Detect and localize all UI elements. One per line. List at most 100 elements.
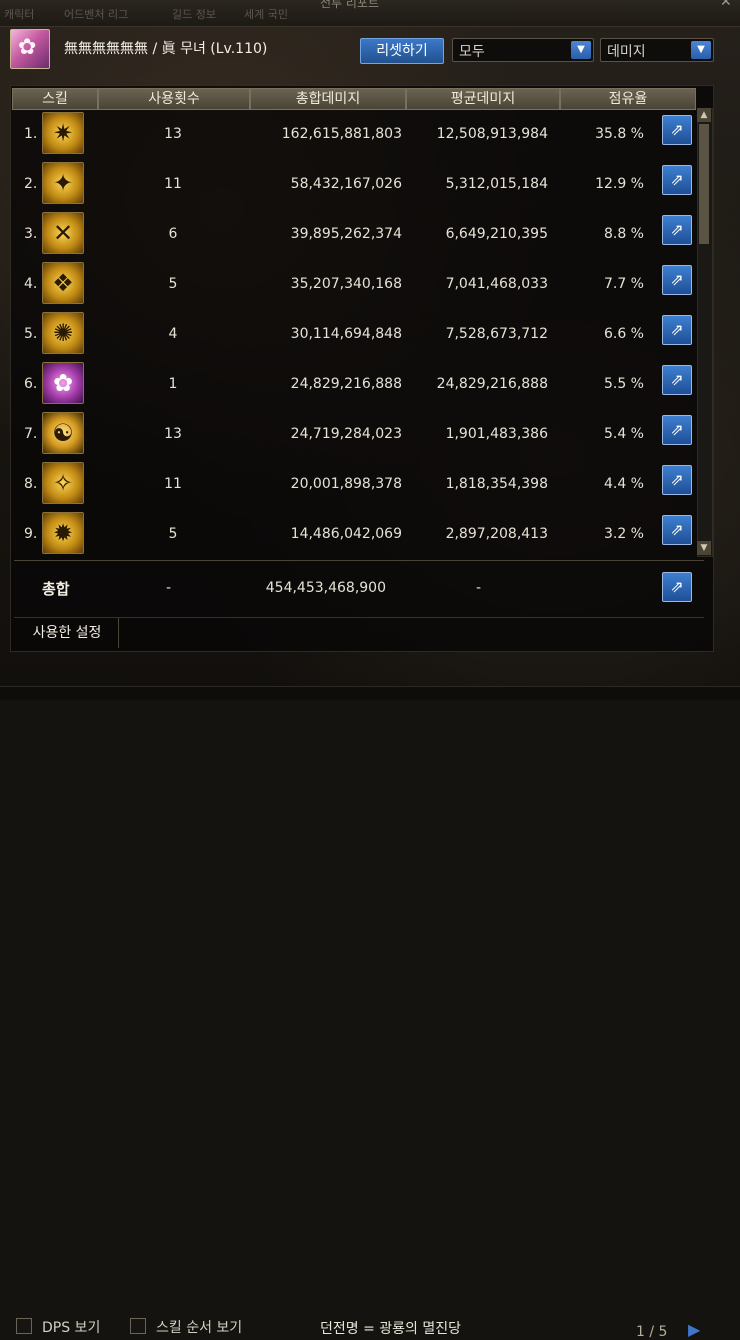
share-icon[interactable]: ⇗ <box>662 115 692 145</box>
skill-icon: ✷ <box>42 112 84 154</box>
row-rank: 5. <box>24 326 38 342</box>
share-icon[interactable]: ⇗ <box>662 165 692 195</box>
tab-used-settings[interactable]: 사용한 설정 <box>16 618 119 648</box>
row-share: 5.5 % <box>603 376 644 392</box>
row-total-damage: 14,486,042,069 <box>290 526 402 542</box>
table-row: 8. ✧ 11 20,001,898,378 1,818,354,398 4.4… <box>14 458 714 508</box>
row-total-damage: 35,207,340,168 <box>290 276 402 292</box>
share-icon[interactable]: ⇗ <box>662 572 692 602</box>
share-icon[interactable]: ⇗ <box>662 515 692 545</box>
row-share: 8.8 % <box>603 226 644 242</box>
row-uses: 11 <box>164 476 182 492</box>
share-icon[interactable]: ⇗ <box>662 215 692 245</box>
row-share: 7.7 % <box>603 276 644 292</box>
row-rank: 1. <box>24 126 38 142</box>
background-tab-1: 캐릭터 <box>4 8 35 21</box>
row-rank: 8. <box>24 476 38 492</box>
report-header: ✿ 無無無無無無 / 眞 무녀 (Lv.110) 리셋하기 모두 ▼ 데미지 ▼ <box>0 26 740 72</box>
row-uses: 11 <box>164 176 182 192</box>
row-total-damage: 39,895,262,374 <box>290 226 402 242</box>
skill-icon: ✧ <box>42 462 84 504</box>
skill-icon: ❖ <box>42 262 84 304</box>
close-icon[interactable]: ✕ <box>720 0 732 10</box>
filter-select-value: 모두 <box>459 44 485 60</box>
row-total-damage: 20,001,898,378 <box>290 476 402 492</box>
share-icon[interactable]: ⇗ <box>662 315 692 345</box>
dps-view-label: DPS 보기 <box>42 1320 101 1336</box>
skill-icon: ✺ <box>42 312 84 354</box>
table-row: 3. ✕ 6 39,895,262,374 6,649,210,395 8.8 … <box>14 208 714 258</box>
row-uses: 1 <box>168 376 178 392</box>
filter-select[interactable]: 모두 ▼ <box>452 38 594 62</box>
background-tab-4: 세계 국민 <box>244 8 288 21</box>
sort-select[interactable]: 데미지 ▼ <box>600 38 714 62</box>
share-icon[interactable]: ⇗ <box>662 265 692 295</box>
dungeon-name: 던전명 = 광룡의 멸진당 <box>320 1321 462 1337</box>
summary-total-damage: 454,453,468,900 <box>265 580 386 596</box>
row-uses: 5 <box>168 526 178 542</box>
row-rank: 2. <box>24 176 38 192</box>
character-name: 無無無無無無 / 眞 무녀 (Lv.110) <box>64 41 268 57</box>
background-tab-3: 길드 정보 <box>172 8 216 21</box>
row-share: 4.4 % <box>603 476 644 492</box>
chevron-down-icon[interactable]: ▼ <box>691 41 711 59</box>
row-avg-damage: 7,041,468,033 <box>445 276 548 292</box>
row-uses: 13 <box>164 126 182 142</box>
scroll-up-icon[interactable]: ▲ <box>697 108 711 122</box>
row-uses: 13 <box>164 426 182 442</box>
row-avg-damage: 5,312,015,184 <box>445 176 548 192</box>
background-tab-strip: 캐릭터 어드벤처 리그 길드 정보 세계 국민 전투 리포트 ✕ <box>0 0 740 27</box>
summary-divider <box>14 560 704 561</box>
row-total-damage: 24,719,284,023 <box>290 426 402 442</box>
row-avg-damage: 12,508,913,984 <box>436 126 548 142</box>
next-page-icon[interactable]: ▶ <box>688 1320 700 1339</box>
skill-icon: ✕ <box>42 212 84 254</box>
sort-select-value: 데미지 <box>607 44 646 60</box>
row-avg-damage: 7,528,673,712 <box>445 326 548 342</box>
row-total-damage: 30,114,694,848 <box>290 326 402 342</box>
skill-icon: ✹ <box>42 512 84 554</box>
skill-order-label: 스킬 순서 보기 <box>156 1320 243 1336</box>
table-row: 5. ✺ 4 30,114,694,848 7,528,673,712 6.6 … <box>14 308 714 358</box>
skill-order-checkbox[interactable] <box>130 1318 146 1334</box>
reset-button[interactable]: 리셋하기 <box>360 38 444 64</box>
scrollbar-thumb[interactable] <box>699 124 709 244</box>
row-rank: 4. <box>24 276 38 292</box>
share-icon[interactable]: ⇗ <box>662 415 692 445</box>
row-share: 35.8 % <box>595 126 644 142</box>
page-indicator: 1 / 5 <box>636 1324 668 1340</box>
column-header-share: 점유율 <box>560 88 696 110</box>
background-tab-2: 어드벤처 리그 <box>64 8 129 21</box>
table-row: 1. ✷ 13 162,615,881,803 12,508,913,984 3… <box>14 108 714 158</box>
skill-icon: ☯ <box>42 412 84 454</box>
scroll-down-icon[interactable]: ▼ <box>697 541 711 555</box>
row-rank: 9. <box>24 526 38 542</box>
row-rank: 6. <box>24 376 38 392</box>
column-header-avg: 평균데미지 <box>406 88 560 110</box>
row-total-damage: 162,615,881,803 <box>281 126 402 142</box>
table-row: 4. ❖ 5 35,207,340,168 7,041,468,033 7.7 … <box>14 258 714 308</box>
table-row: 6. ✿ 1 24,829,216,888 24,829,216,888 5.5… <box>14 358 714 408</box>
row-share: 12.9 % <box>595 176 644 192</box>
row-total-damage: 58,432,167,026 <box>290 176 402 192</box>
row-avg-damage: 2,897,208,413 <box>445 526 548 542</box>
row-total-damage: 24,829,216,888 <box>290 376 402 392</box>
column-header-uses: 사용횟수 <box>98 88 250 110</box>
row-avg-damage: 6,649,210,395 <box>445 226 548 242</box>
row-avg-damage: 1,818,354,398 <box>445 476 548 492</box>
share-icon[interactable]: ⇗ <box>662 365 692 395</box>
skill-icon: ✦ <box>42 162 84 204</box>
window-title: 전투 리포트 <box>320 0 380 10</box>
row-uses: 6 <box>168 226 178 242</box>
row-uses: 5 <box>168 276 178 292</box>
chevron-down-icon[interactable]: ▼ <box>571 41 591 59</box>
row-share: 5.4 % <box>603 426 644 442</box>
share-icon[interactable]: ⇗ <box>662 465 692 495</box>
dps-view-checkbox[interactable] <box>16 1318 32 1334</box>
row-rank: 3. <box>24 226 38 242</box>
summary-uses: - <box>166 580 172 596</box>
summary-label: 총합 <box>42 580 70 598</box>
row-share: 6.6 % <box>603 326 644 342</box>
character-portrait-icon: ✿ <box>10 29 50 69</box>
row-rank: 7. <box>24 426 38 442</box>
